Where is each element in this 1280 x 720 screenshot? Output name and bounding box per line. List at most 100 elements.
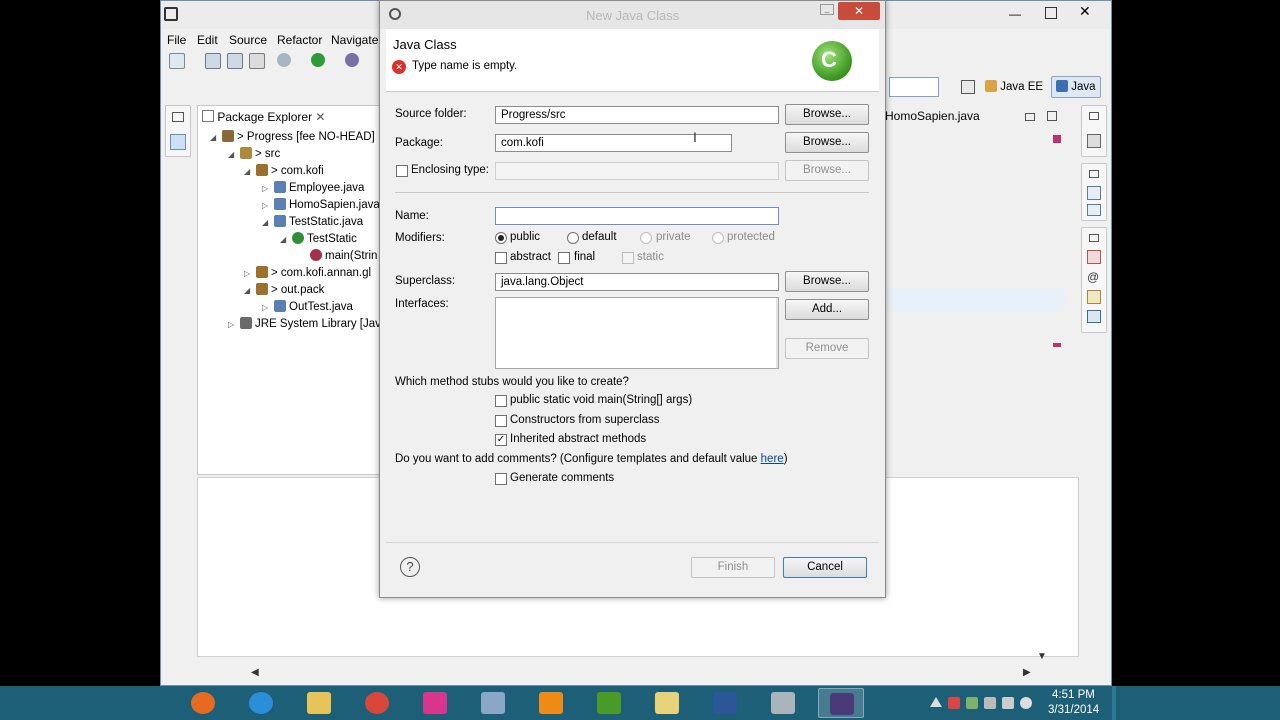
quick-access-field[interactable] <box>889 77 939 97</box>
update-tray-icon[interactable] <box>966 697 978 709</box>
expanded-arrow-icon[interactable]: ◢ <box>244 167 256 176</box>
configure-templates-link[interactable]: here <box>761 453 784 465</box>
finish-button[interactable]: Finish <box>691 557 775 578</box>
network-tray-icon[interactable] <box>1002 697 1014 709</box>
new-icon[interactable] <box>169 53 185 69</box>
outline-icon[interactable] <box>1087 186 1101 200</box>
collapsed-arrow-icon[interactable]: ▷ <box>228 320 240 329</box>
cancel-button[interactable]: Cancel <box>783 557 867 578</box>
name-field[interactable] <box>495 207 779 225</box>
tree-item[interactable]: ◢ > src <box>228 147 280 163</box>
enclosing-type-field[interactable] <box>495 162 779 180</box>
taskbar-virtualbox-button[interactable] <box>470 688 516 718</box>
scroll-down-arrow[interactable]: ▼ <box>1037 651 1047 662</box>
restore-icon[interactable] <box>172 112 184 122</box>
static-checkbox[interactable] <box>622 252 634 264</box>
taskbar-chrome-button[interactable] <box>354 688 400 718</box>
minimize-button[interactable]: — <box>1009 7 1025 21</box>
restore-icon[interactable] <box>1089 112 1099 120</box>
tree-item[interactable]: ▷ HomoSapien.java <box>262 198 380 214</box>
remove-interface-button[interactable]: Remove <box>785 338 869 359</box>
console-icon[interactable] <box>1087 310 1101 323</box>
enclosing-type-checkbox[interactable] <box>396 165 408 177</box>
tree-item[interactable]: ◢ TestStatic <box>280 232 357 248</box>
save-all-icon[interactable] <box>227 53 243 69</box>
menu-navigate[interactable]: Navigate <box>331 33 378 47</box>
superclass-browse-button[interactable]: Browse... <box>785 271 869 292</box>
menu-source[interactable]: Source <box>229 33 267 47</box>
editor-maximize-icon[interactable] <box>1047 111 1057 121</box>
show-hidden-icons-icon[interactable] <box>930 697 942 707</box>
expanded-arrow-icon[interactable]: ◢ <box>228 150 240 159</box>
collapsed-arrow-icon[interactable]: ▷ <box>262 184 274 193</box>
collapsed-arrow-icon[interactable]: ▷ <box>262 303 274 312</box>
dialog-minimize-button[interactable]: _ <box>820 4 834 15</box>
editor-minimize-icon[interactable] <box>1025 113 1035 121</box>
debug-icon[interactable] <box>277 53 291 67</box>
taskbar-file-explorer-button[interactable] <box>296 688 342 718</box>
package-explorer-tab[interactable]: Package Explorer ✕ <box>202 110 325 128</box>
taskbar-utorrent-button[interactable] <box>586 688 632 718</box>
taskbar-app-pink-button[interactable] <box>412 688 458 718</box>
perspective-java-ee[interactable]: Java EE <box>985 77 1043 97</box>
show-desktop-button[interactable] <box>1112 686 1116 720</box>
close-view-icon[interactable]: ✕ <box>315 110 325 124</box>
tree-item[interactable]: ▷ > com.kofi.annan.gl <box>244 266 371 282</box>
tree-item[interactable]: ◢ > out.pack <box>244 283 324 299</box>
open-perspective-icon[interactable] <box>961 80 975 94</box>
restore-icon[interactable] <box>1089 170 1099 178</box>
expanded-arrow-icon[interactable]: ◢ <box>210 133 222 142</box>
clock-date[interactable]: 3/31/2014 <box>1048 704 1099 716</box>
package-explorer-mini-icon[interactable] <box>170 134 186 150</box>
tree-item[interactable]: ▷ JRE System Library [Java <box>228 317 387 333</box>
expanded-arrow-icon[interactable]: ◢ <box>262 218 274 227</box>
javadoc-icon[interactable]: @ <box>1087 270 1099 284</box>
perspective-java[interactable]: Java <box>1051 76 1101 98</box>
expanded-arrow-icon[interactable]: ◢ <box>280 235 292 244</box>
source-folder-browse-button[interactable]: Browse... <box>785 104 869 125</box>
menu-refactor[interactable]: Refactor <box>277 33 322 47</box>
tree-item[interactable]: ▷ Employee.java <box>262 181 364 197</box>
taskbar-window-app-button[interactable] <box>760 688 806 718</box>
default-radio[interactable] <box>567 232 579 244</box>
protected-radio[interactable] <box>712 232 724 244</box>
problems-icon[interactable] <box>1087 250 1101 264</box>
help-icon[interactable]: ? <box>400 557 420 577</box>
clock-time[interactable]: 4:51 PM <box>1052 689 1095 701</box>
generate-comments-checkbox[interactable] <box>495 473 507 485</box>
private-radio[interactable] <box>640 232 652 244</box>
run-icon[interactable] <box>311 53 325 67</box>
hierarchy-icon[interactable] <box>1087 204 1101 216</box>
taskbar-word-button[interactable] <box>702 688 748 718</box>
tree-item[interactable]: ◢ > com.kofi <box>244 164 324 180</box>
public-radio[interactable] <box>495 232 507 244</box>
main-method-checkbox[interactable] <box>495 395 507 407</box>
dialog-close-button[interactable]: ✕ <box>838 2 880 20</box>
enclosing-type-browse-button[interactable]: Browse... <box>785 160 869 181</box>
taskbar-vlc-button[interactable] <box>528 688 574 718</box>
pdf-tray-icon[interactable] <box>948 697 960 709</box>
interfaces-list[interactable] <box>495 297 779 369</box>
collapsed-arrow-icon[interactable]: ▷ <box>262 201 274 210</box>
tree-item[interactable]: main(Strin <box>298 249 377 265</box>
abstract-checkbox[interactable] <box>495 252 507 264</box>
declaration-icon[interactable] <box>1087 290 1101 304</box>
scroll-left-arrow[interactable]: ◀ <box>251 667 259 678</box>
menu-file[interactable]: File <box>167 33 186 47</box>
save-icon[interactable] <box>205 53 221 69</box>
menu-edit[interactable]: Edit <box>197 33 218 47</box>
add-interface-button[interactable]: Add... <box>785 299 869 320</box>
taskbar-internet-explorer-button[interactable] <box>238 688 284 718</box>
collapsed-arrow-icon[interactable]: ▷ <box>244 269 256 278</box>
volume-tray-icon[interactable] <box>1020 697 1032 709</box>
taskbar-notepad-folder-button[interactable] <box>644 688 690 718</box>
tree-item[interactable]: ◢ TestStatic.java <box>262 215 363 231</box>
task-list-icon[interactable] <box>1087 134 1101 148</box>
taskbar-firefox-button[interactable] <box>180 688 226 718</box>
taskbar-eclipse-button[interactable] <box>818 688 864 718</box>
package-browse-button[interactable]: Browse... <box>785 132 869 153</box>
constructors-checkbox[interactable] <box>495 415 507 427</box>
source-folder-field[interactable]: Progress/src <box>495 106 779 124</box>
superclass-field[interactable]: java.lang.Object <box>495 273 779 291</box>
close-button[interactable]: ✕ <box>1079 3 1091 20</box>
